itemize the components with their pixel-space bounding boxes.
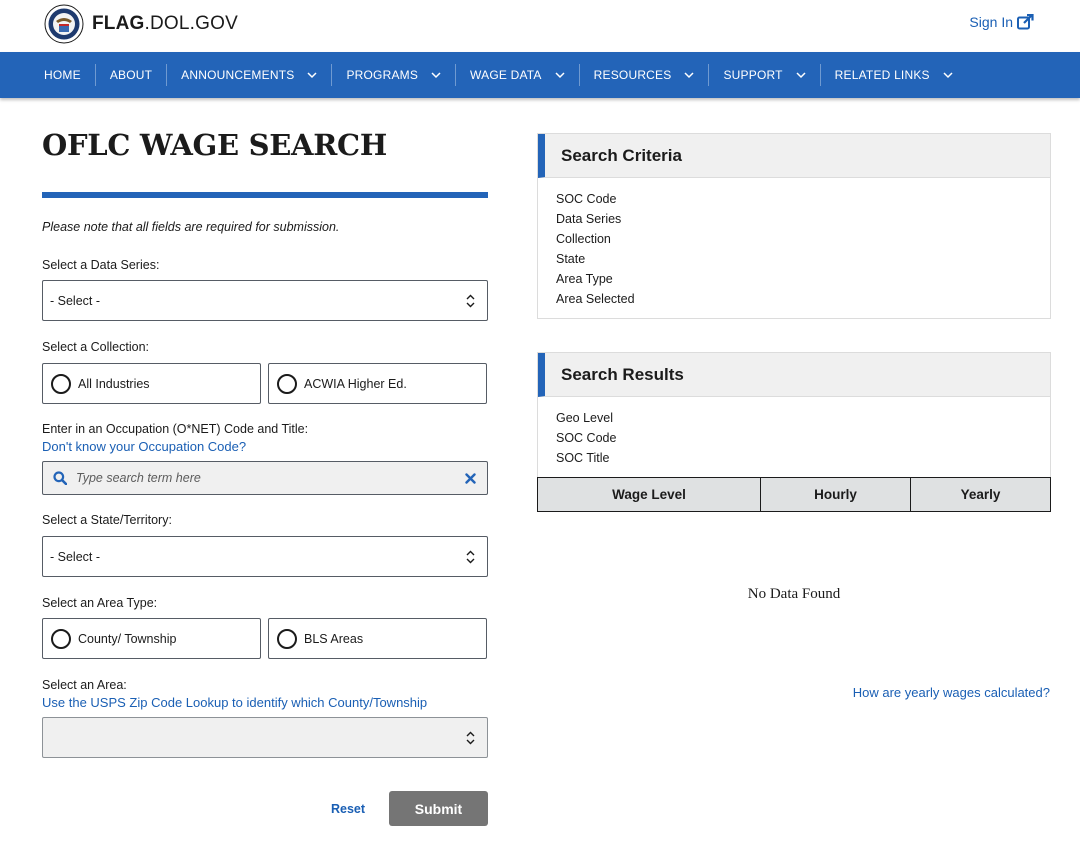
- area-type-label: Select an Area Type:: [42, 596, 158, 610]
- state-value: - Select -: [50, 549, 101, 564]
- select-arrows-icon: [466, 294, 475, 308]
- area-type-option-label: County/ Township: [78, 631, 177, 646]
- nav-home[interactable]: HOME: [30, 64, 96, 86]
- chevron-down-icon: [796, 72, 806, 79]
- search-icon: [53, 471, 67, 485]
- main-nav: HOME ABOUT ANNOUNCEMENTS PROGRAMS WAGE D…: [0, 52, 1080, 98]
- radio-circle-icon: [51, 628, 71, 649]
- nav-programs[interactable]: PROGRAMS: [332, 64, 457, 86]
- collection-option-label: All Industries: [78, 376, 150, 391]
- criteria-item: SOC Code: [556, 192, 617, 206]
- search-criteria-list: SOC Code Data Series Collection State Ar…: [538, 178, 1050, 309]
- collection-all-industries-radio[interactable]: All Industries: [42, 363, 261, 404]
- occupation-code-help-link[interactable]: Don't know your Occupation Code?: [42, 439, 246, 454]
- chevron-down-icon: [943, 72, 953, 79]
- chevron-down-icon: [431, 72, 441, 79]
- collection-option-label: ACWIA Higher Ed.: [304, 376, 407, 391]
- data-series-select[interactable]: - Select -: [42, 280, 488, 321]
- no-data-message: No Data Found: [747, 586, 841, 602]
- external-link-icon: [1017, 14, 1034, 30]
- occupation-label: Enter in an Occupation (O*NET) Code and …: [42, 422, 309, 436]
- nav-about[interactable]: ABOUT: [96, 64, 168, 86]
- nav-related-links[interactable]: RELATED LINKS: [821, 64, 967, 86]
- collection-acwia-radio[interactable]: ACWIA Higher Ed.: [268, 363, 487, 404]
- search-results-list: Geo Level SOC Code SOC Title: [538, 397, 1050, 468]
- nav-resources[interactable]: RESOURCES: [580, 64, 710, 86]
- column-header-wage-level[interactable]: Wage Level: [538, 478, 761, 511]
- criteria-item: Data Series: [556, 212, 622, 226]
- area-type-county-radio[interactable]: County/ Township: [42, 618, 261, 659]
- nav-announcements[interactable]: ANNOUNCEMENTS: [167, 64, 333, 86]
- nav-wage-data[interactable]: WAGE DATA: [456, 64, 580, 86]
- column-header-yearly[interactable]: Yearly: [911, 478, 1050, 511]
- occupation-search-field[interactable]: [42, 461, 488, 495]
- required-note: Please note that all fields are required…: [42, 220, 340, 234]
- search-criteria-title: Search Criteria: [538, 134, 1050, 178]
- results-item: Geo Level: [556, 411, 613, 425]
- results-item: SOC Title: [556, 451, 610, 465]
- sign-in-link[interactable]: Sign In: [969, 14, 1034, 30]
- criteria-item: Collection: [556, 232, 611, 246]
- area-select[interactable]: [42, 717, 488, 758]
- chevron-down-icon: [307, 72, 317, 79]
- search-criteria-panel: Search Criteria SOC Code Data Series Col…: [537, 133, 1051, 319]
- dol-seal-icon[interactable]: [44, 4, 84, 44]
- collection-label: Select a Collection:: [42, 340, 150, 354]
- results-item: SOC Code: [556, 431, 617, 445]
- usps-zip-lookup-link[interactable]: Use the USPS Zip Code Lookup to identify…: [42, 695, 427, 710]
- area-type-bls-radio[interactable]: BLS Areas: [268, 618, 487, 659]
- data-series-label: Select a Data Series:: [42, 258, 160, 272]
- state-label: Select a State/Territory:: [42, 513, 172, 527]
- nav-support[interactable]: SUPPORT: [709, 64, 821, 86]
- area-label: Select an Area:: [42, 678, 127, 692]
- title-divider: [42, 192, 488, 198]
- criteria-item: Area Selected: [556, 292, 635, 306]
- yearly-wages-help-link[interactable]: How are yearly wages calculated?: [853, 685, 1050, 700]
- area-type-option-label: BLS Areas: [304, 631, 364, 646]
- column-header-hourly[interactable]: Hourly: [761, 478, 911, 511]
- radio-circle-icon: [51, 373, 71, 394]
- occupation-search-input[interactable]: [76, 471, 446, 485]
- select-arrows-icon: [466, 731, 475, 745]
- site-header: FLAG.DOL.GOV Sign In: [0, 0, 1080, 52]
- chevron-down-icon: [555, 72, 565, 79]
- chevron-down-icon: [684, 72, 694, 79]
- criteria-item: State: [556, 252, 586, 266]
- sign-in-label: Sign In: [969, 14, 1013, 30]
- page-title: OFLC WAGE SEARCH: [42, 128, 387, 162]
- data-series-value: - Select -: [50, 293, 101, 308]
- wage-results-table-header: Wage Level Hourly Yearly: [537, 477, 1051, 512]
- criteria-item: Area Type: [556, 272, 613, 286]
- search-results-panel: Search Results Geo Level SOC Code SOC Ti…: [537, 352, 1051, 478]
- close-icon[interactable]: [465, 473, 476, 484]
- reset-button[interactable]: Reset: [331, 802, 365, 816]
- search-results-title: Search Results: [538, 353, 1050, 397]
- radio-circle-icon: [277, 373, 297, 394]
- submit-button[interactable]: Submit: [389, 791, 488, 826]
- site-name[interactable]: FLAG.DOL.GOV: [92, 13, 238, 35]
- radio-circle-icon: [277, 628, 297, 649]
- select-arrows-icon: [466, 550, 475, 564]
- state-select[interactable]: - Select -: [42, 536, 488, 577]
